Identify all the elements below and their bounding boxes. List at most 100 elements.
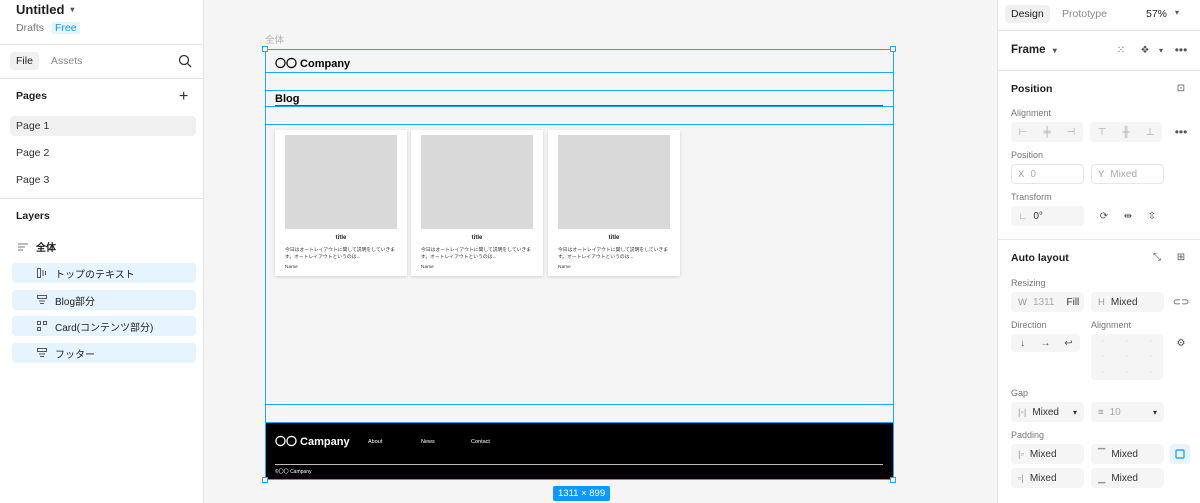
alignment-label: Alignment	[1011, 108, 1052, 118]
width-field[interactable]: W 1311 Fill	[1011, 292, 1084, 312]
card-description: 今日はオートレイアウトに関して説明をしていきます。オートレイアウトというのは..…	[421, 248, 532, 260]
frame-select-icon[interactable]: ⊡	[1170, 79, 1192, 97]
tab-file[interactable]: File	[10, 52, 39, 70]
card-image	[285, 135, 397, 229]
align-top-icon[interactable]: ⊤	[1090, 122, 1114, 142]
align-left-icon[interactable]: ⊢	[1011, 122, 1035, 142]
arrow-down-icon[interactable]: ↓	[1011, 334, 1034, 352]
padding-left-field[interactable]: |▫ Mixed	[1011, 444, 1084, 464]
tab-prototype[interactable]: Prototype	[1056, 5, 1113, 23]
position-label: Position	[1011, 150, 1044, 160]
gap-label: Gap	[1011, 388, 1029, 398]
more-options-icon[interactable]: •••	[1170, 123, 1192, 141]
gap-field[interactable]: |◦| Mixed ▾	[1011, 402, 1084, 422]
divider	[998, 30, 1200, 31]
card-image	[558, 135, 670, 229]
zoom-value: 57%	[1146, 8, 1168, 20]
w-value: 1311	[1032, 296, 1055, 308]
resize-handle[interactable]	[890, 46, 896, 52]
layout-guide	[265, 106, 894, 107]
content-card[interactable]: title 今日はオートレイアウトに関して説明をしていきます。オートレイアウトと…	[411, 130, 543, 276]
flip-vertical-icon[interactable]: ⇳	[1141, 207, 1163, 225]
content-card[interactable]: title 今日はオートレイアウトに関して説明をしていきます。オートレイアウトと…	[548, 130, 680, 276]
resize-handle[interactable]	[262, 477, 268, 483]
resize-handle[interactable]	[262, 46, 268, 52]
right-panel: Design Prototype 57% ▾ Frame ▾ ⁙ ❖ ▾ •••…	[997, 0, 1200, 503]
padding-bottom-value: Mixed	[1111, 472, 1138, 484]
layer-item[interactable]: フッター	[12, 343, 196, 363]
card-description: 今日はオートレイアウトに関して説明をしていきます。オートレイアウトというのは..…	[558, 248, 669, 260]
padding-frame-icon	[1175, 449, 1185, 459]
resize-handle[interactable]	[890, 477, 896, 483]
frame-type-dropdown[interactable]: Frame ▾	[1011, 44, 1057, 56]
individual-padding-icon[interactable]	[1170, 444, 1190, 464]
align-center-v-icon[interactable]: ╫	[1114, 122, 1138, 142]
layer-item[interactable]: Card(コンテンツ部分)	[12, 316, 196, 336]
padding-left-icon: |▫	[1018, 448, 1024, 460]
padding-top-field[interactable]: ▔ Mixed	[1091, 444, 1164, 464]
layer-item[interactable]: Blog部分	[12, 290, 196, 310]
padding-top-icon: ▔	[1098, 448, 1106, 460]
x-field[interactable]: X 0	[1011, 164, 1084, 184]
padding-bottom-field[interactable]: ▁ Mixed	[1091, 468, 1164, 488]
card-author: Name	[285, 265, 298, 270]
zoom-control[interactable]: 57% ▾	[1146, 8, 1179, 20]
grid-icon[interactable]: ⁙	[1110, 41, 1132, 59]
autolayout-settings-icon[interactable]: ⊞	[1170, 248, 1192, 266]
page-item[interactable]: Page 1	[10, 116, 196, 136]
layer-item[interactable]: トップのテキスト	[12, 263, 196, 283]
tab-design[interactable]: Design	[1005, 5, 1050, 23]
frame-label[interactable]: 全体	[265, 32, 284, 46]
header-company: 〇〇 Company	[275, 58, 351, 70]
size-badge: 1311 × 899	[553, 486, 611, 501]
layer-item-label: Card(コンテンツ部分)	[55, 322, 154, 334]
x-value: 0	[1030, 168, 1036, 180]
chevron-down-icon[interactable]: ▾	[1150, 41, 1172, 59]
layer-item-label: トップのテキスト	[55, 269, 135, 281]
rotation-icon: ∟	[1018, 210, 1028, 222]
constrain-proportions-icon[interactable]: ⊂⊃	[1170, 293, 1192, 311]
height-field[interactable]: H Mixed	[1091, 292, 1164, 312]
x-prefix: X	[1018, 168, 1025, 180]
add-page-icon[interactable]: +	[179, 88, 188, 106]
chevron-down-icon: ▾	[1152, 407, 1157, 417]
gap-secondary-field[interactable]: ≡ 10 ▾	[1091, 402, 1164, 422]
left-panel: Untitled ▾ Drafts Free File Assets Pages…	[0, 0, 204, 503]
flip-horizontal-icon[interactable]: ⇹	[1117, 207, 1139, 225]
gap-value: Mixed	[1032, 406, 1059, 418]
page-item[interactable]: Page 3	[10, 170, 196, 190]
layer-root[interactable]: 全体	[18, 239, 56, 254]
arrow-right-icon[interactable]: →	[1034, 334, 1057, 352]
chevron-down-icon: ▾	[1175, 8, 1180, 17]
alignment-grid[interactable]: · · · · · · · · ·	[1091, 334, 1163, 380]
alignment2-label: Alignment	[1091, 320, 1132, 330]
page-item[interactable]: Page 2	[10, 143, 196, 163]
y-value: Mixed	[1110, 168, 1138, 180]
chevron-down-icon: ▾	[1072, 407, 1077, 417]
y-field[interactable]: Y Mixed	[1091, 164, 1164, 184]
advanced-settings-icon[interactable]: ⚙	[1170, 334, 1192, 352]
search-icon[interactable]	[178, 54, 192, 68]
more-options-icon[interactable]: •••	[1170, 41, 1192, 59]
chevron-down-icon: ▾	[70, 5, 75, 14]
footer[interactable]: 〇〇 Campany About News Contact ©〇〇 Campan…	[265, 423, 894, 480]
footer-nav-contact: Contact	[471, 439, 490, 445]
collapse-icon[interactable]: ⤡	[1146, 248, 1168, 266]
w-mode[interactable]: Fill	[1066, 297, 1079, 308]
file-location: Drafts Free	[16, 22, 80, 34]
tab-assets[interactable]: Assets	[45, 52, 89, 70]
padding-right-field[interactable]: ▫| Mixed	[1011, 468, 1084, 488]
card-title: title	[335, 235, 347, 241]
drafts-label[interactable]: Drafts	[16, 22, 44, 34]
align-center-h-icon[interactable]: ╪	[1035, 122, 1059, 142]
align-bottom-icon[interactable]: ⊥	[1138, 122, 1162, 142]
rotation-field[interactable]: ∟ 0°	[1011, 206, 1084, 226]
align-right-icon[interactable]: ⊣	[1059, 122, 1083, 142]
file-title-menu[interactable]: Untitled ▾	[16, 2, 74, 17]
rotate-icon[interactable]: ⟳	[1093, 207, 1115, 225]
content-card[interactable]: title 今日はオートレイアウトに関して説明をしていきます。オートレイアウトと…	[275, 130, 407, 276]
layer-root-label: 全体	[36, 243, 56, 254]
padding-left-value: Mixed	[1029, 448, 1057, 460]
card-title: title	[471, 235, 483, 241]
wrap-icon[interactable]: ↩	[1057, 334, 1080, 352]
